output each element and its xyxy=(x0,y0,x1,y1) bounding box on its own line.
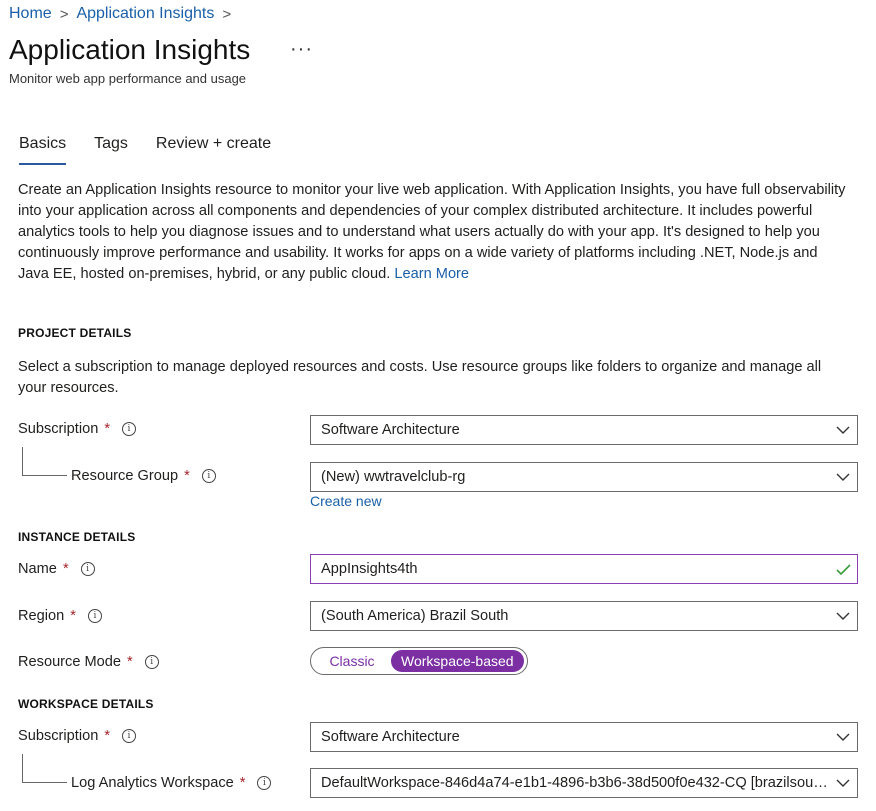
region-label-text: Region xyxy=(18,608,65,624)
subscription-dropdown[interactable]: Software Architecture xyxy=(310,415,858,445)
hierarchy-connector xyxy=(22,447,67,476)
project-details-heading: PROJECT DETAILS xyxy=(18,326,132,340)
tab-review-create[interactable]: Review + create xyxy=(156,135,271,165)
breadcrumb-app-insights-link[interactable]: Application Insights xyxy=(76,5,214,23)
create-new-link[interactable]: Create new xyxy=(310,493,382,509)
intro-description: Create an Application Insights resource … xyxy=(18,180,848,285)
info-icon[interactable]: i xyxy=(87,609,102,623)
region-value: (South America) Brazil South xyxy=(321,608,509,624)
subscription-label-text: Subscription xyxy=(18,421,99,437)
learn-more-link[interactable]: Learn More xyxy=(394,266,469,282)
page-subtitle: Monitor web app performance and usage xyxy=(9,71,247,86)
chevron-down-icon xyxy=(829,723,857,751)
workspace-subscription-label-text: Subscription xyxy=(18,728,99,744)
required-marker: * xyxy=(239,775,246,791)
required-marker: * xyxy=(127,654,133,670)
name-value: AppInsights4th xyxy=(321,561,418,577)
resource-group-label-text: Resource Group xyxy=(71,468,179,484)
name-input[interactable]: AppInsights4th xyxy=(310,554,858,584)
chevron-right-icon: > xyxy=(59,5,69,23)
resource-mode-label: Resource Mode * i xyxy=(18,654,159,670)
required-marker: * xyxy=(104,728,110,744)
name-label: Name * i xyxy=(18,561,95,577)
workspace-subscription-label: Subscription * i xyxy=(18,728,136,744)
resource-mode-label-text: Resource Mode xyxy=(18,654,122,670)
info-icon[interactable]: i xyxy=(122,729,136,743)
region-dropdown[interactable]: (South America) Brazil South xyxy=(310,601,858,631)
required-marker: * xyxy=(104,421,110,437)
resource-group-dropdown[interactable]: (New) wwtravelclub-rg xyxy=(310,462,858,492)
info-icon[interactable]: i xyxy=(144,655,159,669)
mode-option-classic[interactable]: Classic xyxy=(313,650,391,672)
info-icon[interactable]: i xyxy=(257,776,272,790)
more-options-button[interactable]: ··· xyxy=(290,38,313,61)
project-details-description: Select a subscription to manage deployed… xyxy=(18,359,822,396)
tab-basics[interactable]: Basics xyxy=(19,135,67,165)
workspace-details-heading: WORKSPACE DETAILS xyxy=(18,697,154,711)
chevron-down-icon xyxy=(829,769,857,797)
chevron-right-icon: > xyxy=(222,5,232,23)
log-analytics-label: Log Analytics Workspace * i xyxy=(71,775,272,791)
log-analytics-label-text: Log Analytics Workspace xyxy=(71,775,234,791)
checkmark-icon xyxy=(829,555,857,583)
resource-mode-toggle[interactable]: Classic Workspace-based xyxy=(310,647,528,675)
breadcrumb-home-link[interactable]: Home xyxy=(9,5,52,23)
resource-group-label: Resource Group * i xyxy=(71,468,216,484)
required-marker: * xyxy=(62,561,69,577)
info-icon[interactable]: i xyxy=(80,562,95,576)
workspace-subscription-value: Software Architecture xyxy=(321,729,460,745)
required-marker: * xyxy=(70,608,76,624)
name-label-text: Name xyxy=(18,561,57,577)
chevron-down-icon xyxy=(829,416,857,444)
required-marker: * xyxy=(184,468,190,484)
tab-tags[interactable]: Tags xyxy=(94,135,128,165)
info-icon[interactable]: i xyxy=(122,422,136,436)
resource-group-value: (New) wwtravelclub-rg xyxy=(321,469,466,485)
tab-bar: Basics Tags Review + create xyxy=(19,135,271,165)
log-analytics-workspace-dropdown[interactable]: DefaultWorkspace-846d4a74-e1b1-4896-b3b6… xyxy=(310,768,858,798)
workspace-subscription-dropdown[interactable]: Software Architecture xyxy=(310,722,858,752)
instance-details-heading: INSTANCE DETAILS xyxy=(18,530,136,544)
subscription-label: Subscription * i xyxy=(18,421,136,437)
chevron-down-icon xyxy=(829,463,857,491)
info-icon[interactable]: i xyxy=(201,469,216,483)
subscription-value: Software Architecture xyxy=(321,422,460,438)
region-label: Region * i xyxy=(18,608,102,624)
page-title: Application Insights xyxy=(9,34,251,65)
mode-option-workspace-based[interactable]: Workspace-based xyxy=(391,650,524,672)
log-analytics-value: DefaultWorkspace-846d4a74-e1b1-4896-b3b6… xyxy=(321,775,829,791)
hierarchy-connector xyxy=(22,754,67,783)
chevron-down-icon xyxy=(829,602,857,630)
breadcrumb: Home > Application Insights > xyxy=(9,5,231,23)
